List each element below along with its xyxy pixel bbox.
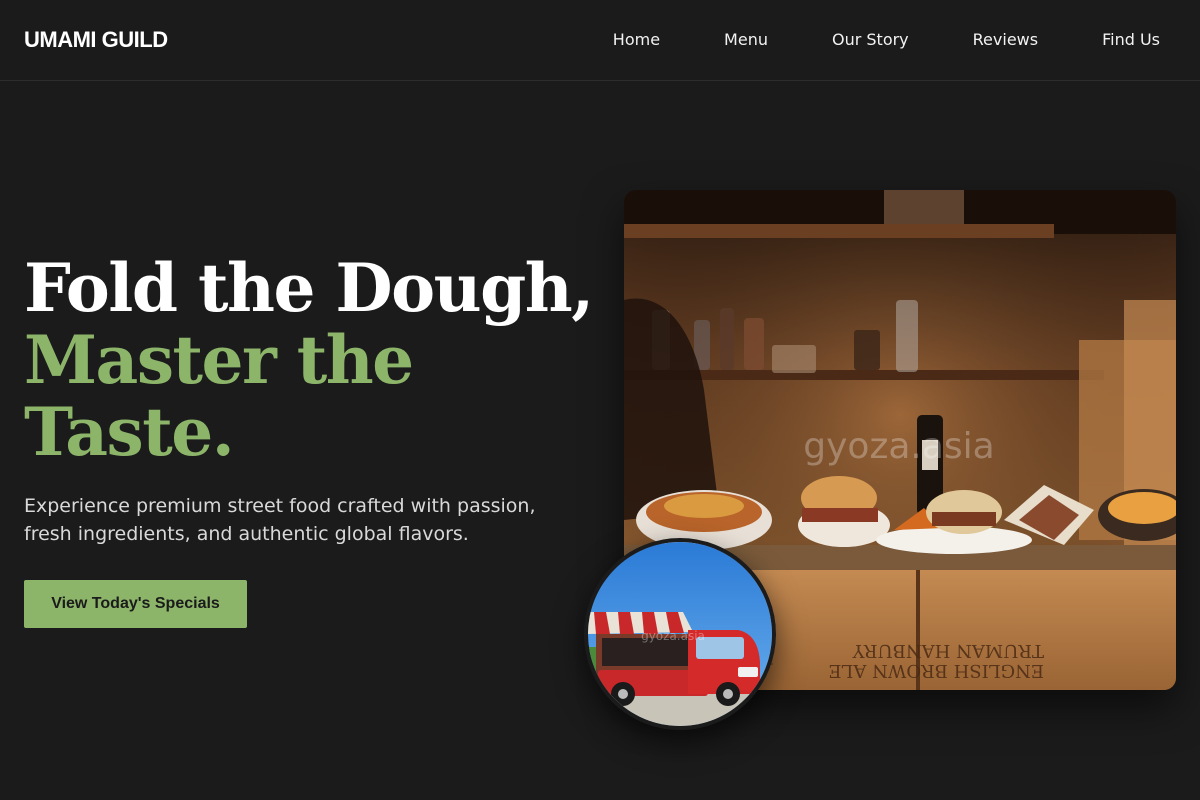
circle-photo-watermark: gyoza.asia xyxy=(641,629,705,643)
nav-link-find-us[interactable]: Find Us xyxy=(1102,30,1160,49)
food-truck-photo: gyoza.asia xyxy=(584,538,776,730)
hero-title-line-2: Master the xyxy=(24,321,414,399)
svg-text:ENGLISH BROWN ALE: ENGLISH BROWN ALE xyxy=(828,660,1044,681)
svg-text:TRUMAN HANBURY: TRUMAN HANBURY xyxy=(852,640,1044,661)
main-nav: Home Menu Our Story Reviews Find Us xyxy=(613,30,1160,49)
site-header: UMAMI GUILD Home Menu Our Story Reviews … xyxy=(0,0,1200,81)
nav-link-our-story[interactable]: Our Story xyxy=(832,30,909,49)
hero-title-line-3: Taste. xyxy=(24,393,235,471)
view-specials-button[interactable]: View Today's Specials xyxy=(24,580,247,628)
nav-link-reviews[interactable]: Reviews xyxy=(973,30,1038,49)
hero-title: Fold the Dough, Master the Taste. xyxy=(24,252,604,468)
brand-logo[interactable]: UMAMI GUILD xyxy=(24,27,168,53)
hero-subtitle: Experience premium street food crafted w… xyxy=(24,495,536,545)
nav-link-menu[interactable]: Menu xyxy=(724,30,768,49)
nav-link-home[interactable]: Home xyxy=(613,30,660,49)
main-photo-watermark: gyoza.asia xyxy=(803,426,994,467)
hero-title-line-1: Fold the Dough, xyxy=(24,249,594,327)
